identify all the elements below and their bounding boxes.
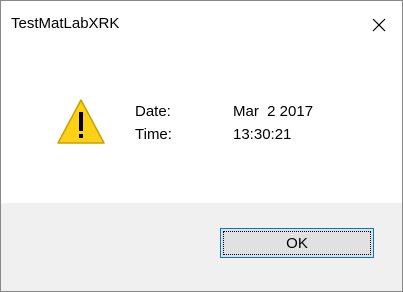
close-icon [372,18,386,31]
time-value: 13:30:21 [233,126,292,143]
time-label: Time: [135,126,172,143]
date-label: Date: [135,103,171,120]
title-bar[interactable]: TestMatLabXRK [1,1,402,48]
date-value: Mar 2 2017 [233,103,314,120]
warning-icon [57,99,105,144]
window-title: TestMatLabXRK [11,15,120,32]
message-area: Date: Mar 2 2017 Time: 13:30:21 [1,48,402,203]
message-dialog: TestMatLabXRK Date: Mar 2 2017 Time: 13:… [0,0,403,292]
ok-button[interactable]: OK [220,228,374,258]
close-button[interactable] [356,1,402,48]
button-bar: OK [1,203,402,291]
ok-button-label: OK [286,234,308,252]
